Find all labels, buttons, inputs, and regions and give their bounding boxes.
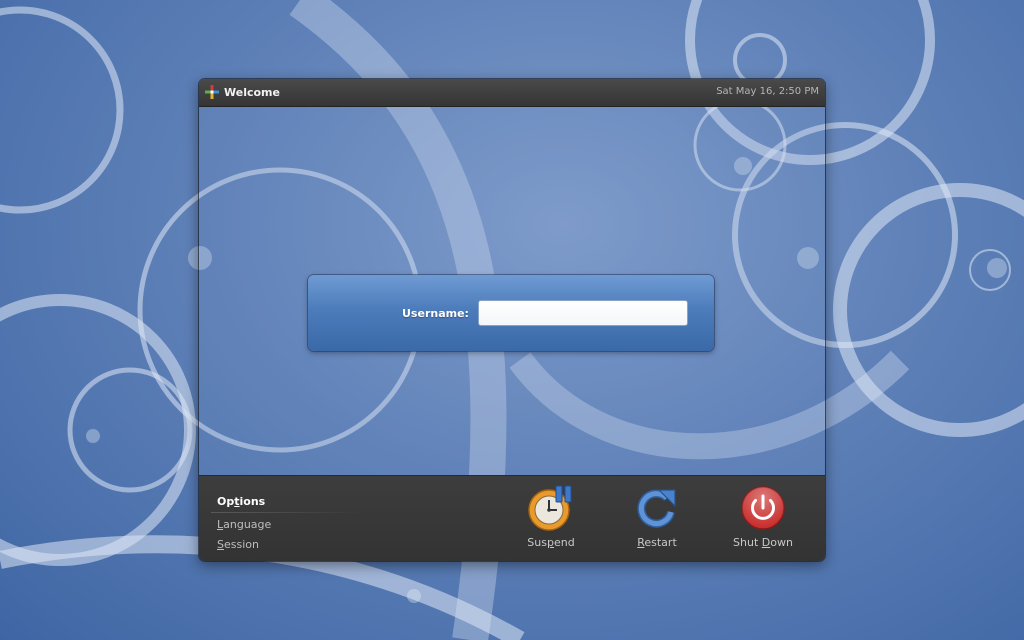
login-window: Welcome Sat May 16, 2:50 PM Username: Op… [199, 79, 825, 561]
restart-label: Restart [637, 536, 677, 549]
login-panel: Username: [308, 275, 714, 351]
shutdown-label: Shut Down [733, 536, 793, 549]
suspend-label: Suspend [527, 536, 575, 549]
restart-button[interactable]: Restart [617, 484, 697, 554]
suspend-icon [528, 485, 572, 531]
menu-item-options[interactable]: Options [211, 492, 361, 513]
username-input[interactable] [478, 300, 688, 326]
menu-item-session[interactable]: Session [211, 535, 361, 555]
bottom-panel: Options Language Session Suspend Restart… [199, 475, 825, 561]
greeter-area: Username: [200, 107, 824, 475]
restart-icon [637, 489, 676, 528]
username-label: Username: [402, 307, 469, 320]
clock-label: Sat May 16, 2:50 PM [716, 86, 819, 97]
distro-logo-icon [205, 85, 219, 99]
window-title: Welcome [224, 86, 280, 99]
shutdown-button[interactable]: Shut Down [723, 484, 803, 554]
power-icon [741, 486, 785, 530]
options-menu: Options Language Session [211, 492, 361, 555]
title-bar: Welcome Sat May 16, 2:50 PM [199, 79, 825, 107]
menu-item-language[interactable]: Language [211, 515, 361, 535]
suspend-button[interactable]: Suspend [511, 484, 591, 554]
